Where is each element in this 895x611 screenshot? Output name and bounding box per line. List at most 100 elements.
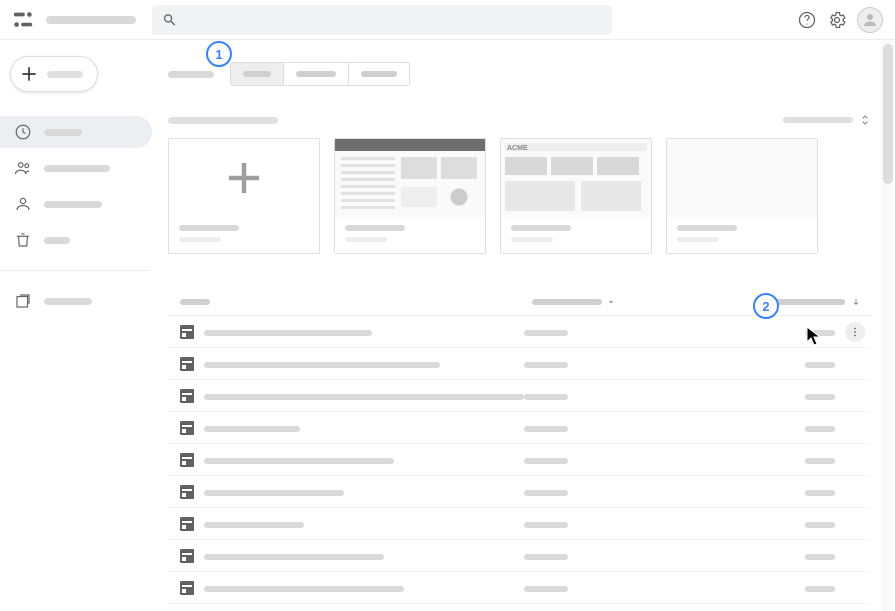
search-input[interactable] <box>152 5 612 35</box>
dropdown-icon[interactable] <box>606 297 616 307</box>
reports-table <box>168 288 871 611</box>
card-subtitle <box>677 237 719 242</box>
search-field[interactable] <box>177 12 602 27</box>
table-row[interactable] <box>168 572 871 604</box>
row-opened <box>805 554 835 560</box>
sidebar <box>0 40 160 317</box>
template-thumbnail <box>335 139 485 217</box>
create-button[interactable] <box>10 56 98 92</box>
template-thumbnail <box>667 139 817 217</box>
template-thumbnail: ACME <box>501 139 651 217</box>
row-owned <box>524 330 568 336</box>
col-owned-header[interactable] <box>532 299 602 305</box>
help-icon[interactable] <box>797 10 817 30</box>
table-row[interactable] <box>168 508 871 540</box>
divider <box>0 270 150 271</box>
scrollbar-thumb[interactable] <box>883 44 893 184</box>
row-opened <box>805 362 835 368</box>
report-icon <box>180 325 194 339</box>
row-opened <box>805 426 835 432</box>
report-icon <box>180 549 194 563</box>
people-icon <box>14 159 32 177</box>
toggle-option-3[interactable] <box>348 63 409 85</box>
row-name <box>204 522 304 528</box>
sidebar-item-recent[interactable] <box>0 116 152 148</box>
content-type-toggle <box>230 62 410 86</box>
row-name <box>204 554 384 560</box>
report-icon <box>180 389 194 403</box>
app-logo <box>12 9 34 31</box>
row-owned <box>524 586 568 592</box>
table-row[interactable] <box>168 604 871 611</box>
row-owned <box>524 394 568 400</box>
row-name <box>204 490 344 496</box>
report-icon <box>180 453 194 467</box>
row-name <box>204 394 524 400</box>
sidebar-item-owned[interactable] <box>0 188 160 220</box>
sidebar-item-label <box>44 165 110 172</box>
row-owned <box>524 362 568 368</box>
template-gallery: ACME <box>168 138 871 254</box>
template-card-gsc[interactable] <box>666 138 818 254</box>
template-card-acme[interactable]: ACME <box>500 138 652 254</box>
sidebar-item-shared[interactable] <box>0 152 160 184</box>
table-row[interactable] <box>168 316 871 348</box>
row-owned <box>524 426 568 432</box>
template-strip-right-label[interactable] <box>783 117 853 123</box>
sidebar-item-label <box>44 201 102 208</box>
template-card-tutorial[interactable] <box>334 138 486 254</box>
plus-icon <box>226 160 262 196</box>
report-icon <box>180 421 194 435</box>
row-opened <box>805 522 835 528</box>
content-type-heading <box>168 71 214 78</box>
create-label <box>47 71 83 78</box>
row-opened <box>805 458 835 464</box>
row-owned <box>524 554 568 560</box>
row-owned <box>524 522 568 528</box>
gallery-icon <box>14 292 32 310</box>
row-name <box>204 426 300 432</box>
row-opened <box>805 394 835 400</box>
settings-icon[interactable] <box>827 10 847 30</box>
table-row[interactable] <box>168 444 871 476</box>
trash-icon <box>14 231 32 249</box>
row-opened <box>805 586 835 592</box>
row-name <box>204 362 440 368</box>
toggle-option-1[interactable] <box>231 63 283 85</box>
main-content: ACME <box>168 40 871 611</box>
unfold-icon[interactable] <box>859 114 871 126</box>
report-icon <box>180 581 194 595</box>
plus-icon <box>19 64 39 84</box>
toggle-option-2[interactable] <box>283 63 348 85</box>
sidebar-item-trash[interactable] <box>0 224 160 256</box>
table-row[interactable] <box>168 476 871 508</box>
sidebar-item-templates[interactable] <box>0 285 160 317</box>
card-subtitle <box>511 237 553 242</box>
row-name <box>204 458 394 464</box>
table-row[interactable] <box>168 380 871 412</box>
table-row[interactable] <box>168 348 871 380</box>
card-title <box>179 225 239 231</box>
arrow-down-icon[interactable] <box>851 297 861 307</box>
account-avatar[interactable] <box>857 7 883 33</box>
card-subtitle <box>345 237 387 242</box>
card-title <box>677 225 737 231</box>
report-icon <box>180 517 194 531</box>
col-name-header[interactable] <box>180 299 210 305</box>
sidebar-item-label <box>44 298 92 305</box>
report-icon <box>180 357 194 371</box>
step-badge-1: 1 <box>206 41 232 67</box>
card-title <box>345 225 405 231</box>
row-more-menu[interactable] <box>845 322 865 342</box>
table-row[interactable] <box>168 412 871 444</box>
template-card-blank[interactable] <box>168 138 320 254</box>
report-icon <box>180 485 194 499</box>
clock-icon <box>14 123 32 141</box>
template-strip-heading <box>168 117 278 124</box>
card-subtitle <box>179 237 221 242</box>
row-name <box>204 586 404 592</box>
table-row[interactable] <box>168 540 871 572</box>
person-icon <box>14 195 32 213</box>
search-icon <box>162 12 177 28</box>
brand-name <box>46 16 136 24</box>
